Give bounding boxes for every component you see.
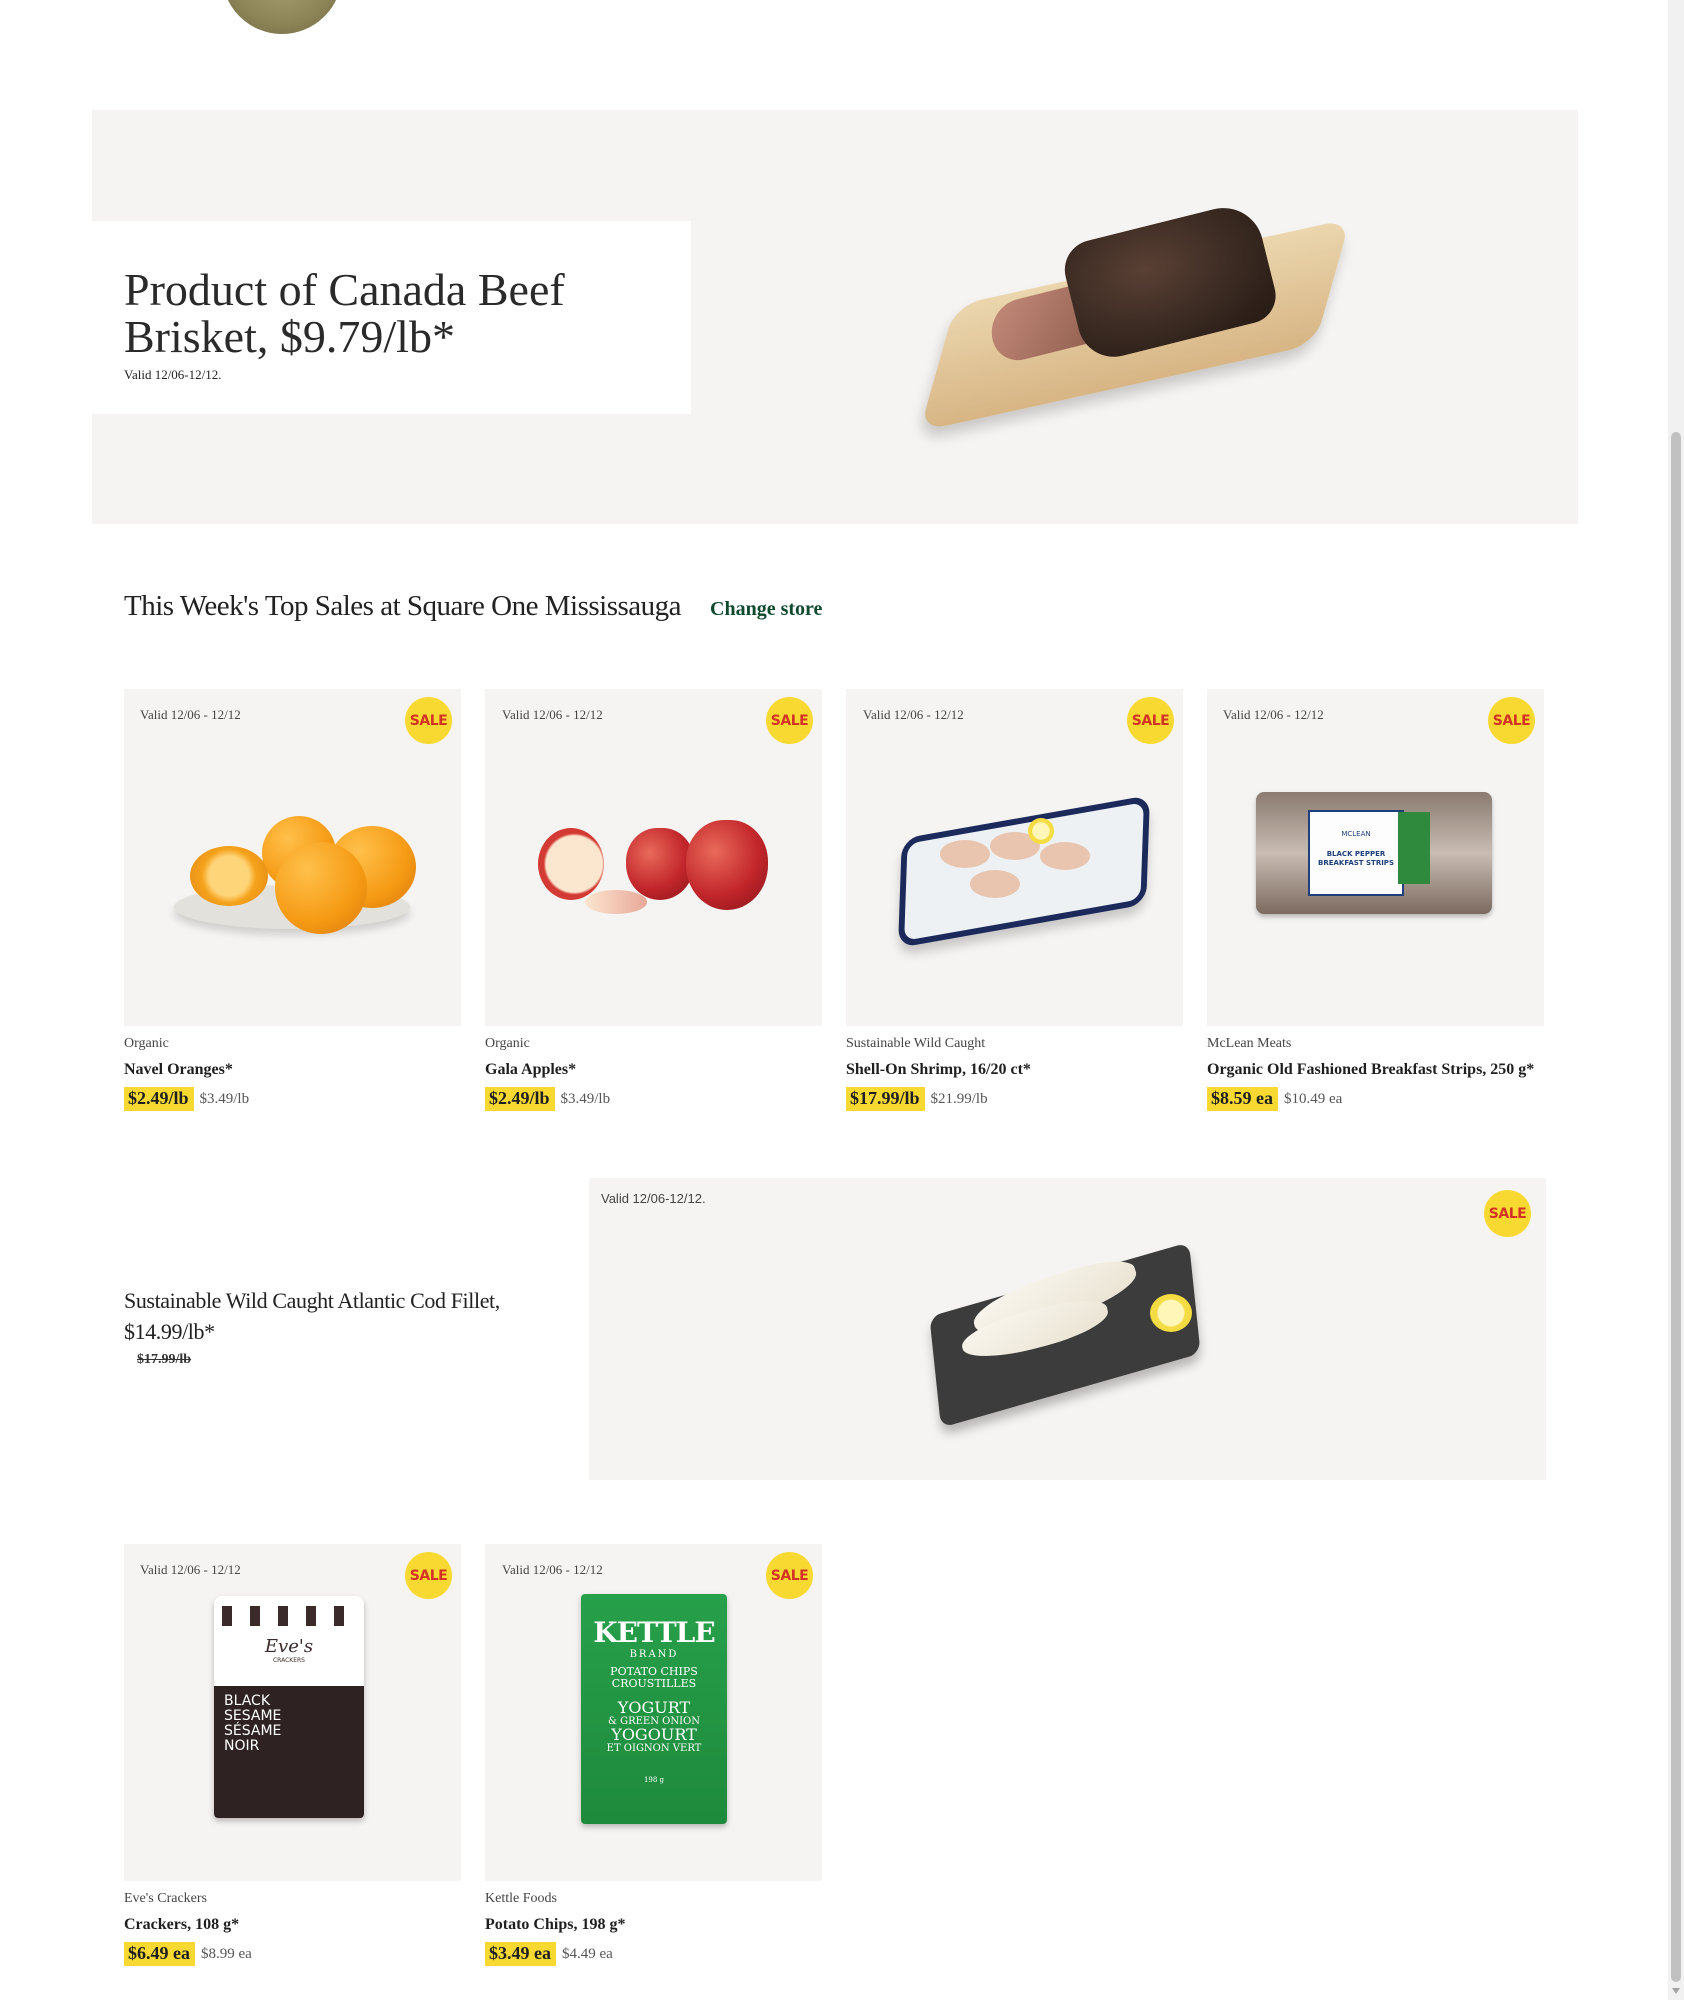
chips-flavour1: YOGURT bbox=[617, 1698, 691, 1717]
product-brand: McLean Meats bbox=[1207, 1036, 1292, 1051]
sale-price: $8.59 ea bbox=[1207, 1087, 1278, 1111]
product-valid-dates: Valid 12/06 - 12/12 bbox=[863, 707, 964, 722]
crackers-line2: SESAME bbox=[224, 1708, 282, 1724]
product-name[interactable]: Shell-On Shrimp, 16/20 ct* bbox=[846, 1061, 1031, 1079]
crackers-line3: SÉSAME bbox=[224, 1723, 282, 1739]
regular-price: $3.49/lb bbox=[560, 1090, 611, 1107]
sale-price: $2.49/lb bbox=[485, 1087, 555, 1111]
crackers-sub: CRACKERS bbox=[272, 1657, 305, 1664]
product-price: $17.99/lb $21.99/lb bbox=[846, 1087, 988, 1111]
sale-badge: SALE bbox=[1484, 1190, 1531, 1237]
regular-price: $21.99/lb bbox=[930, 1090, 988, 1107]
feature-valid-dates: Valid 12/06-12/12. bbox=[601, 1191, 706, 1206]
product-name[interactable]: Gala Apples* bbox=[485, 1061, 576, 1079]
hero-title[interactable]: Product of Canada Beef Brisket, $9.79/lb… bbox=[124, 266, 664, 360]
orange-image bbox=[275, 842, 367, 934]
sale-badge: SALE bbox=[1127, 697, 1174, 744]
crackers-brand: Eve's bbox=[264, 1636, 314, 1657]
product-valid-dates: Valid 12/06 - 12/12 bbox=[502, 707, 603, 722]
top-partial-image bbox=[222, 0, 342, 34]
sale-badge: SALE bbox=[1488, 697, 1535, 744]
product-price: $2.49/lb $3.49/lb bbox=[485, 1087, 610, 1111]
lemon-image bbox=[1028, 818, 1054, 844]
product-price: $8.59 ea $10.49 ea bbox=[1207, 1087, 1342, 1111]
orange-half-image bbox=[190, 846, 268, 906]
sale-price: $6.49 ea bbox=[124, 1942, 195, 1966]
chips-bag-image: KETTLE BRAND POTATO CHIPS CROUSTILLES YO… bbox=[581, 1594, 727, 1824]
product-brand: Eve's Crackers bbox=[124, 1891, 207, 1906]
product-name[interactable]: Organic Old Fashioned Breakfast Strips, … bbox=[1207, 1061, 1534, 1079]
product-valid-dates: Valid 12/06 - 12/12 bbox=[140, 1562, 241, 1577]
hero-valid-dates: Valid 12/06-12/12. bbox=[124, 367, 222, 382]
chips-flavour3: YOGOURT bbox=[611, 1725, 697, 1744]
apple-half-image bbox=[538, 828, 604, 900]
product-valid-dates: Valid 12/06 - 12/12 bbox=[502, 1562, 603, 1577]
sale-badge: SALE bbox=[405, 697, 452, 744]
regular-price: $8.99 ea bbox=[201, 1945, 252, 1962]
crackers-flavour-panel: BLACK SESAME SÉSAME NOIR bbox=[214, 1686, 364, 1818]
crackers-bag-image: Eve's CRACKERS BLACK SESAME SÉSAME NOIR bbox=[214, 1596, 364, 1818]
scroll-down-arrow-icon[interactable] bbox=[1672, 1988, 1680, 1994]
lemon-image bbox=[1150, 1294, 1192, 1332]
shrimp-image bbox=[940, 840, 990, 868]
product-valid-dates: Valid 12/06 - 12/12 bbox=[1223, 707, 1324, 722]
sale-price: $2.49/lb bbox=[124, 1087, 194, 1111]
product-valid-dates: Valid 12/06 - 12/12 bbox=[140, 707, 241, 722]
product-brand: Kettle Foods bbox=[485, 1891, 557, 1906]
product-brand: Sustainable Wild Caught bbox=[846, 1036, 986, 1051]
chips-flavour4: ET OIGNON VERT bbox=[606, 1743, 702, 1754]
bacon-label-line1: BLACK PEPPER bbox=[1326, 850, 1386, 858]
bacon-label-green-tab bbox=[1398, 812, 1430, 884]
apple-image bbox=[686, 820, 768, 910]
apple-image bbox=[626, 828, 694, 900]
chips-brand: KETTLE bbox=[593, 1616, 715, 1649]
change-store-link[interactable]: Change store bbox=[710, 598, 822, 621]
product-price: $2.49/lb $3.49/lb bbox=[124, 1087, 249, 1111]
product-brand: Organic bbox=[124, 1036, 169, 1051]
sale-badge: SALE bbox=[766, 697, 813, 744]
product-price: $6.49 ea $8.99 ea bbox=[124, 1942, 252, 1966]
chips-brand-sub: BRAND bbox=[629, 1649, 679, 1660]
bacon-label-line2: BREAKFAST STRIPS bbox=[1318, 859, 1394, 867]
regular-price: $3.49/lb bbox=[199, 1090, 250, 1107]
sale-price: $3.49 ea bbox=[485, 1942, 556, 1966]
product-name[interactable]: Crackers, 108 g* bbox=[124, 1916, 239, 1934]
product-name[interactable]: Potato Chips, 198 g* bbox=[485, 1916, 625, 1934]
bacon-label-brand: MCLEAN bbox=[1341, 830, 1371, 838]
feature-title[interactable]: Sustainable Wild Caught Atlantic Cod Fil… bbox=[124, 1285, 544, 1347]
apple-slices-image bbox=[585, 890, 647, 914]
shrimp-image bbox=[1040, 842, 1090, 870]
shrimp-image bbox=[970, 870, 1020, 898]
product-name[interactable]: Navel Oranges* bbox=[124, 1061, 233, 1079]
bacon-label: MCLEAN BLACK PEPPER BREAKFAST STRIPS bbox=[1308, 810, 1404, 896]
chips-line2: CROUSTILLES bbox=[611, 1677, 697, 1690]
product-price: $3.49 ea $4.49 ea bbox=[485, 1942, 613, 1966]
sale-price: $17.99/lb bbox=[846, 1087, 925, 1111]
sale-badge: SALE bbox=[405, 1552, 452, 1599]
crackers-pattern bbox=[222, 1606, 356, 1626]
product-brand: Organic bbox=[485, 1036, 530, 1051]
scrollbar-thumb[interactable] bbox=[1671, 432, 1681, 1982]
regular-price: $10.49 ea bbox=[1284, 1090, 1343, 1107]
crackers-line4: NOIR bbox=[224, 1738, 260, 1754]
regular-price: $4.49 ea bbox=[562, 1945, 613, 1962]
chips-weight: 198 g bbox=[643, 1776, 665, 1784]
crackers-line1: BLACK bbox=[224, 1693, 271, 1709]
sale-badge: SALE bbox=[766, 1552, 813, 1599]
section-title: This Week's Top Sales at Square One Miss… bbox=[124, 590, 682, 622]
feature-was-price: $17.99/lb bbox=[137, 1352, 192, 1367]
